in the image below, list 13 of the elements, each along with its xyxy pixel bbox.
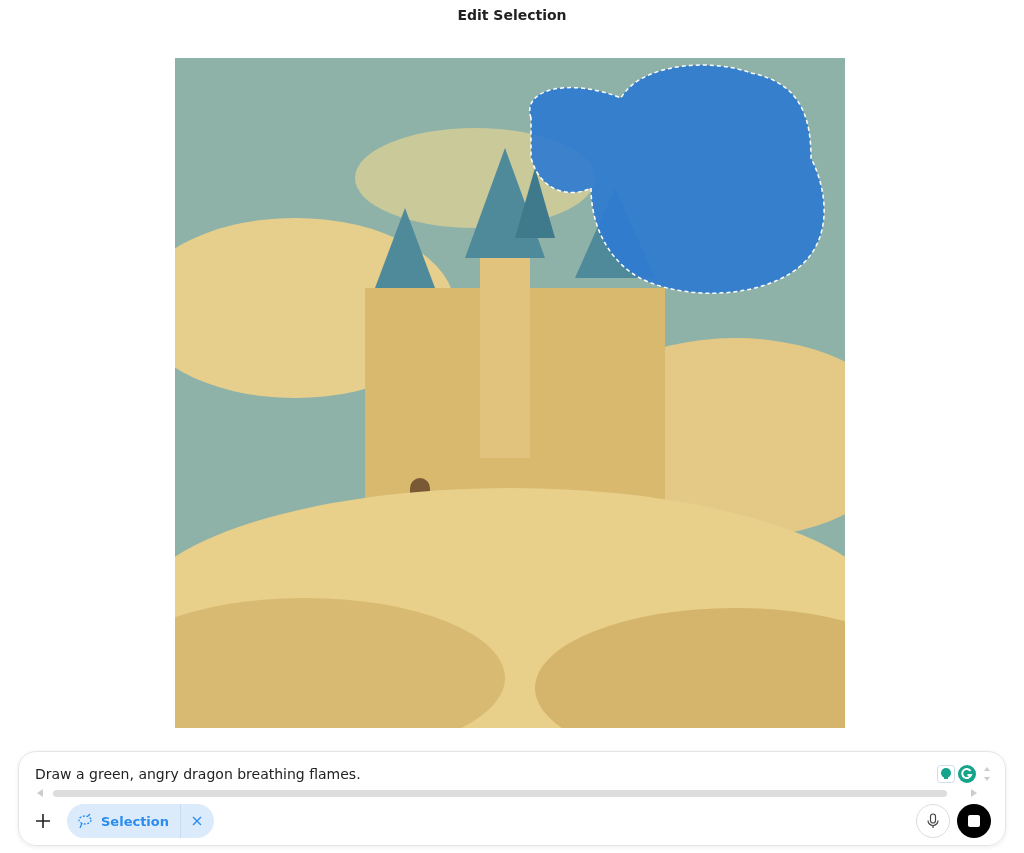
stop-button[interactable] — [957, 804, 991, 838]
microphone-button[interactable] — [916, 804, 950, 838]
horizontal-scrollbar[interactable] — [37, 788, 977, 798]
spinner-arrows-icon[interactable] — [983, 765, 991, 783]
lasso-sparkle-icon — [77, 813, 93, 829]
add-icon[interactable] — [35, 813, 51, 829]
stop-icon — [968, 815, 980, 827]
close-icon[interactable] — [192, 816, 202, 826]
bulb-icon[interactable] — [937, 765, 955, 783]
microphone-icon — [925, 813, 941, 829]
prompt-input[interactable]: Draw a green, angry dragon breathing flames. — [35, 766, 934, 782]
grammar-icon[interactable] — [958, 765, 976, 783]
dialog-title: Edit Selection — [457, 6, 567, 24]
